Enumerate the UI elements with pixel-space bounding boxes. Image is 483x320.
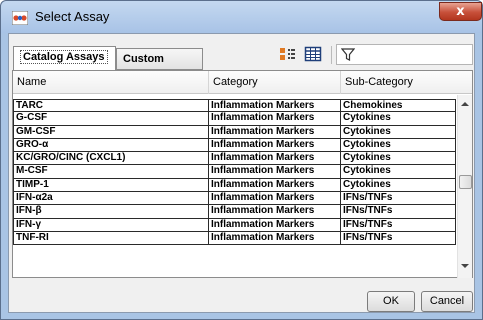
cell-category: Inflammation Markers (209, 192, 341, 206)
table-row[interactable]: IFN-α2a Inflammation Markers IFNs/TNFs (13, 192, 456, 206)
cell-sub-category: IFNs/TNFs (341, 231, 456, 245)
cell-sub-category: IFNs/TNFs (341, 205, 456, 219)
column-header-name[interactable]: Name (13, 71, 209, 94)
assay-app-icon (12, 11, 28, 25)
table-row[interactable]: TARC Inflammation Markers Chemokines (13, 99, 456, 113)
table-row[interactable]: KC/GRO/CINC (CXCL1) Inflammation Markers C… (13, 152, 456, 166)
cell-name: GM-CSF (13, 125, 209, 139)
cell-name: IFN-γ (13, 218, 209, 232)
select-assay-window: Select Assay x Catalog Assays Custom Ass… (0, 0, 483, 320)
cell-name: G-CSF (13, 112, 209, 126)
cell-name: TIMP-1 (13, 178, 209, 192)
table-rows: TARC Inflammation Markers Chemokines G-CSF… (13, 99, 456, 246)
cell-sub-category: Chemokines (341, 100, 456, 113)
cell-name: TARC (13, 100, 209, 113)
ok-button[interactable]: OK (367, 291, 415, 312)
table-row[interactable]: GRO-α Inflammation Markers Cytokines (13, 138, 456, 153)
cell-sub-category: Cytokines (341, 165, 456, 179)
cancel-button[interactable]: Cancel (421, 291, 473, 312)
tab-catalog-assays[interactable]: Catalog Assays (13, 46, 116, 70)
column-header-sub-category[interactable]: Sub-Category (341, 71, 472, 94)
cell-sub-category: Cytokines (341, 112, 456, 126)
tab-custom-assays[interactable]: Custom Assays (116, 48, 203, 85)
cell-category: Inflammation Markers (209, 138, 341, 152)
vertical-scrollbar[interactable] (457, 95, 472, 278)
cell-sub-category: IFNs/TNFs (341, 218, 456, 232)
grid-view-icon[interactable] (304, 46, 322, 62)
window-title: Select Assay (35, 9, 110, 24)
assay-table: Name Category Sub-Category TARC Inflammat… (12, 70, 473, 278)
cell-category: Inflammation Markers (209, 112, 341, 126)
cell-sub-category: Cytokines (341, 178, 456, 192)
cell-category: Inflammation Markers (209, 205, 341, 219)
column-chooser-icon[interactable] (279, 46, 297, 62)
toolbar-separator (331, 46, 332, 64)
column-header-category[interactable]: Category (209, 71, 341, 94)
cell-category: Inflammation Markers (209, 100, 341, 113)
close-button[interactable]: x (439, 2, 482, 21)
filter-funnel-icon (341, 48, 355, 61)
cell-category: Inflammation Markers (209, 125, 341, 139)
table-row[interactable]: IFN-γ Inflammation Markers IFNs/TNFs (13, 218, 456, 232)
scrollbar-thumb[interactable] (459, 175, 472, 189)
table-row[interactable]: TIMP-1 Inflammation Markers Cytokines (13, 178, 456, 193)
table-row[interactable]: IFN-β Inflammation Markers IFNs/TNFs (13, 205, 456, 219)
cell-name: GRO-α (13, 138, 209, 152)
title-bar[interactable]: Select Assay x (1, 1, 482, 33)
cell-sub-category: Cytokines (341, 125, 456, 139)
scroll-up-arrow-icon[interactable] (461, 102, 469, 106)
tab-catalog-assays-label: Catalog Assays (20, 50, 108, 64)
cell-name: IFN-α2a (13, 192, 209, 206)
cell-sub-category: IFNs/TNFs (341, 192, 456, 206)
cell-name: KC/GRO/CINC (CXCL1) (13, 152, 209, 166)
cell-name: M-CSF (13, 165, 209, 179)
cell-name: TNF-RI (13, 231, 209, 245)
table-row[interactable]: G-CSF Inflammation Markers Cytokines (13, 112, 456, 126)
table-row[interactable]: TNF-RI Inflammation Markers IFNs/TNFs (13, 231, 456, 246)
cell-category: Inflammation Markers (209, 152, 341, 166)
cell-category: Inflammation Markers (209, 218, 341, 232)
table-row[interactable]: GM-CSF Inflammation Markers Cytokines (13, 125, 456, 139)
cell-name: IFN-β (13, 205, 209, 219)
cell-sub-category: Cytokines (341, 152, 456, 166)
cell-category: Inflammation Markers (209, 165, 341, 179)
scroll-down-arrow-icon[interactable] (461, 264, 469, 268)
table-header: Name Category Sub-Category (13, 71, 472, 94)
cell-category: Inflammation Markers (209, 178, 341, 192)
cell-sub-category: Cytokines (341, 138, 456, 152)
table-row[interactable]: M-CSF Inflammation Markers Cytokines (13, 165, 456, 179)
filter-input[interactable] (336, 44, 473, 65)
dialog-body: Catalog Assays Custom Assays (8, 33, 475, 313)
cell-category: Inflammation Markers (209, 231, 341, 245)
